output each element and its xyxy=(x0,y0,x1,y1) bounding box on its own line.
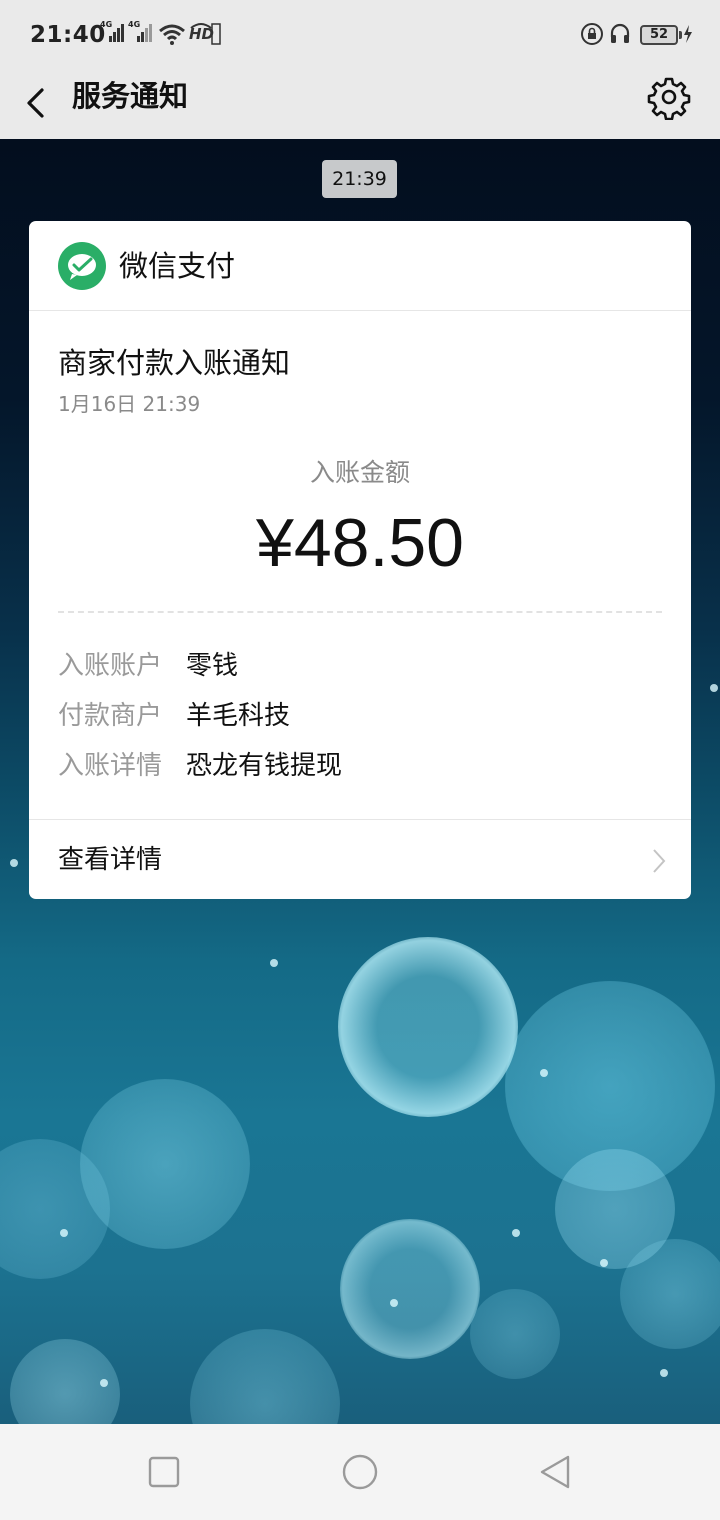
view-details-button[interactable]: 查看详情 xyxy=(29,819,691,899)
notification-title: 商家付款入账通知 xyxy=(58,346,291,380)
payment-notification-card[interactable]: 微信支付 商家付款入账通知 1月16日 21:39 入账金额 ¥48.50 入账… xyxy=(29,221,691,899)
message-timestamp: 21:39 xyxy=(322,160,397,198)
bokeh-decoration xyxy=(80,1079,250,1249)
detail-value: 恐龙有钱提现 xyxy=(186,751,343,781)
dashed-divider xyxy=(58,611,662,613)
detail-row-account: 入账账户 零钱 xyxy=(58,646,662,686)
gear-icon xyxy=(647,77,691,121)
system-back-button[interactable] xyxy=(536,1452,576,1492)
bokeh-decoration xyxy=(620,1239,720,1349)
detail-key: 付款商户 xyxy=(58,701,163,731)
status-bar: 21:40 4G 4G HD 52 xyxy=(0,0,720,68)
bokeh-decoration xyxy=(338,937,518,1117)
wifi-icon xyxy=(158,22,186,46)
bokeh-dot xyxy=(100,1379,108,1387)
amount-value: ¥48.50 xyxy=(256,505,464,581)
bokeh-decoration xyxy=(190,1329,340,1424)
bokeh-dot xyxy=(710,684,718,692)
system-navigation-bar xyxy=(0,1424,720,1520)
bokeh-dot xyxy=(660,1369,668,1377)
battery-icon: 52 xyxy=(640,25,682,45)
charging-icon xyxy=(682,22,694,46)
signal-4g-icon: 4G xyxy=(128,20,152,46)
back-triangle-icon xyxy=(540,1455,570,1489)
detail-row-info: 入账详情 恐龙有钱提现 xyxy=(58,746,662,786)
bokeh-dot xyxy=(600,1259,608,1267)
signal-4g-icon: 4G xyxy=(100,20,124,46)
notification-date: 1月16日 21:39 xyxy=(58,392,201,416)
card-header: 微信支付 xyxy=(29,221,691,311)
headset-icon xyxy=(609,22,631,46)
bokeh-dot xyxy=(10,859,18,867)
home-button[interactable] xyxy=(340,1452,380,1492)
hd-voice-icon: HD xyxy=(189,22,221,46)
bokeh-dot xyxy=(390,1299,398,1307)
back-arrow-icon xyxy=(27,88,44,118)
rotation-lock-icon xyxy=(580,22,604,46)
detail-value: 羊毛科技 xyxy=(186,701,291,731)
detail-row-merchant: 付款商户 羊毛科技 xyxy=(58,696,662,736)
page-title: 服务通知 xyxy=(72,79,189,113)
bokeh-dot xyxy=(270,959,278,967)
home-circle-icon xyxy=(342,1454,378,1490)
view-details-label: 查看详情 xyxy=(58,845,163,875)
bokeh-dot xyxy=(60,1229,68,1237)
amount-label: 入账金额 xyxy=(309,458,410,487)
detail-value: 零钱 xyxy=(186,651,239,681)
bokeh-decoration xyxy=(470,1289,560,1379)
chevron-right-icon xyxy=(653,849,666,873)
bokeh-dot xyxy=(540,1069,548,1077)
back-button[interactable] xyxy=(16,78,56,128)
settings-button[interactable] xyxy=(646,74,692,121)
detail-key: 入账账户 xyxy=(58,651,163,681)
navigation-bar: 服务通知 xyxy=(0,68,720,139)
recents-button[interactable] xyxy=(144,1452,184,1492)
wechat-pay-icon xyxy=(58,242,106,290)
source-name: 微信支付 xyxy=(119,249,236,283)
status-time: 21:40 xyxy=(30,22,106,48)
bokeh-decoration xyxy=(340,1219,480,1359)
recents-square-icon xyxy=(148,1456,180,1488)
detail-key: 入账详情 xyxy=(58,751,163,781)
bokeh-dot xyxy=(512,1229,520,1237)
